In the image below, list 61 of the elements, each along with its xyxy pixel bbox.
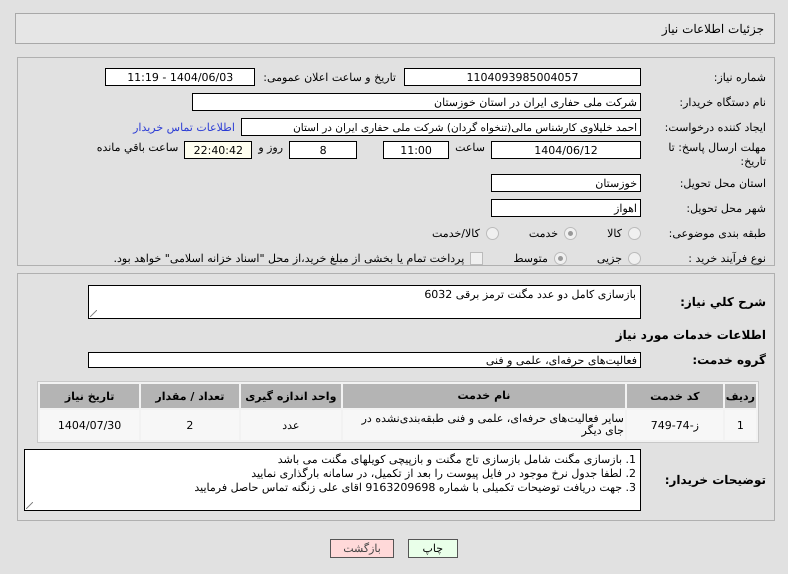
province-field: خوزستان [491,174,641,192]
resize-grip-icon[interactable] [90,310,97,317]
field-label: شرح کلي نياز: [679,295,767,309]
field-label: گروه خدمت: [691,353,767,367]
column-header: تاریخ نیاز [40,384,140,408]
column-header: کد خدمت [626,384,723,408]
field-label: شهر محل تحویل: [685,202,767,214]
field-label: توضیحات خریدار: [664,472,767,487]
column-header: واحد اندازه گیری [240,384,341,408]
option-label: متوسط [513,252,548,264]
field-label: استان محل تحویل: [678,176,767,190]
field-label: تاریخ و ساعت اعلان عمومی: [263,70,396,84]
note-line: 2. لطفا جدول نرخ موجود در فایل پیوست را بعد از تکمیل، در سامانه بارگذاری نمایید [250,467,636,481]
radio-button[interactable] [486,226,499,240]
option-label: کالا/خدمت [432,226,480,240]
days-field: 8 [289,141,358,159]
field-label: ساعت [455,141,485,154]
table-cell: ز-74-749 [626,410,723,440]
table-cell: 1404/07/30 [40,410,140,440]
checkbox[interactable] [470,252,484,264]
radio-button[interactable] [628,226,641,240]
field-label: روز و [258,141,284,154]
deadline-time-field: 11:00 [383,141,450,159]
table-cell: عدد [240,410,341,440]
service-group-field: فعالیت‌های حرفه‌ای، علمی و فنی [88,352,641,368]
column-header: تعداد / مقدار [141,384,239,408]
field-label: شماره نیاز: [712,70,767,84]
page-title: جزئیات اطلاعات نیاز [662,22,764,36]
option-label: کالا [607,226,622,240]
need-number-field: 1104093985004057 [404,68,641,86]
table-cell: سایر فعالیت‌های حرفه‌ای، علمی و فنی طبقه‌بندی‌نشده در جای دیگر [343,410,625,440]
remaining-time-field: 22:40:42 [184,141,252,159]
note-line: 1. بازسازی مگنت شامل بازسازی تاج مگنت و بازپیچی کویلهای مگنت می باشد [276,453,636,467]
field-label: ساعت باقي مانده [96,141,178,154]
field-label: مهلت ارسال پاسخ: تا تاریخ: [667,141,767,169]
back-button[interactable]: بازگشت [330,539,394,558]
column-header: نام خدمت [343,384,625,408]
field-label: ایجاد کننده درخواست: [664,120,767,134]
table-cell: 2 [141,410,239,440]
option-label: خدمت [528,226,558,240]
radio-button[interactable] [564,226,578,240]
field-label: نام دستگاه خریدار: [678,96,767,108]
note-line: 3. جهت دریافت توضیحات تکمیلی با شماره 9163209698 اقای علی زنگنه تماس حاصل فرمایید [193,481,636,495]
buyer-org-field: شرکت ملی حفاری ایران در استان خوزستان [192,93,641,111]
deadline-date-field: 1404/06/12 [491,141,641,159]
table-cell: 1 [724,410,756,440]
city-field: اهواز [491,199,641,217]
section-heading: اطلاعات خدمات مورد نیاز [614,327,767,344]
column-header: ردیف [724,384,756,408]
option-label: جزیی [596,252,622,264]
print-button[interactable]: چاپ [408,539,458,558]
announce-date-field: 1404/06/03 - 11:19 [105,68,256,86]
resize-grip-icon[interactable] [26,502,33,509]
radio-button[interactable] [628,252,641,264]
radio-button[interactable] [554,252,567,264]
summary-field: بازسازی کامل دو عدد مگنت ترمز برقی 6032 [88,285,641,319]
checkbox-label: پرداخت تمام یا بخشی از مبلغ خرید،از محل "اسناد خزانه اسلامی" خواهد بود. [114,252,464,264]
field-label: طبقه بندی موضوعی: [668,226,767,240]
creator-field: احمد خلیلاوی کارشناس مالی(تنخواه گردان) شرکت ملی حفاری ایران در استان [241,118,641,136]
buyer-contact-link[interactable]: اطلاعات تماس خریدار [133,120,235,134]
field-label: نوع فرآیند خرید : [687,252,767,264]
